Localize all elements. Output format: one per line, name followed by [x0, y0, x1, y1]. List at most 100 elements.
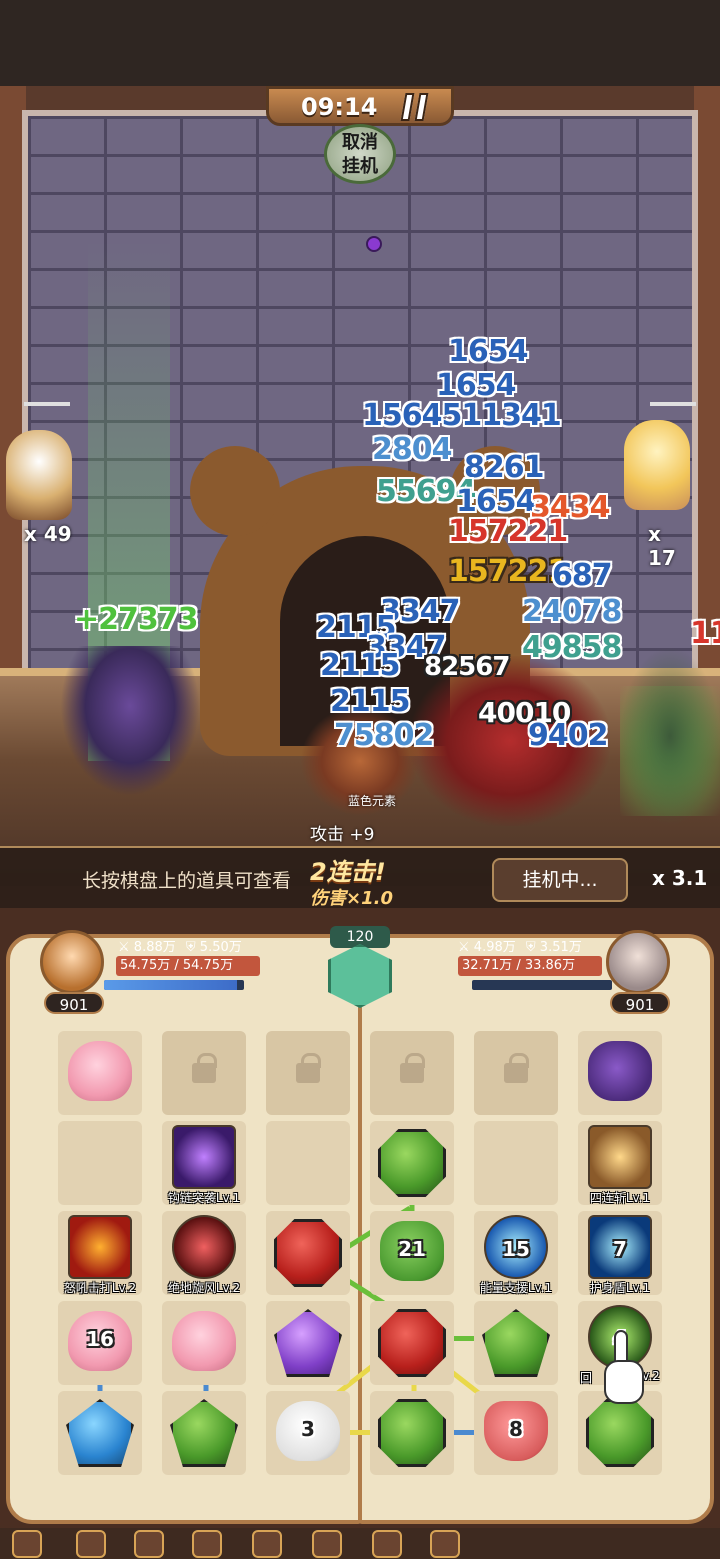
board-cell-locked[interactable] [474, 1031, 558, 1115]
sword-icon: ⚔ [118, 940, 130, 955]
ally-bear-pilot[interactable]: x 49 [2, 426, 74, 546]
lock-icon [504, 1053, 529, 1083]
board-cell-body-shield[interactable]: 7 护身盾Lv.1 [578, 1211, 662, 1295]
damage-number: 2804 [372, 432, 452, 467]
board-cell-red-gem[interactable] [370, 1301, 454, 1385]
nav-crystal-icon[interactable] [312, 1530, 342, 1558]
board-cell-green-gem[interactable] [370, 1121, 454, 1205]
witch-hero [60, 646, 200, 796]
skill-caption: 四连斩Lv.1 [589, 1191, 651, 1205]
cancel-idle-button[interactable]: 取消 挂机 [324, 124, 396, 184]
damage-number: 8261 [464, 450, 544, 485]
damage-number: 2115 [330, 684, 410, 719]
speed-multiplier[interactable]: x 3.1 [652, 866, 707, 890]
nav-orb-icon[interactable] [252, 1530, 282, 1558]
player-right-stats: ⚔ 4.98万 ⛨ 3.51万 [458, 936, 582, 955]
whirlwind-skill-icon [172, 1215, 236, 1279]
player-right-hp: 32.71万 / 33.86万 [458, 956, 602, 976]
board-cell-jar[interactable]: 8 [474, 1391, 558, 1475]
player-right-defense: 3.51万 [539, 940, 582, 955]
board-cell-locked[interactable] [162, 1031, 246, 1115]
pause-icon[interactable] [400, 93, 431, 121]
tip-text: 长按棋盘上的道具可查看 [82, 870, 292, 892]
cancel-idle-label-1: 取消 [342, 132, 378, 153]
bottom-nav [0, 1528, 720, 1559]
right-enemy [620, 646, 720, 826]
lock-icon [296, 1053, 321, 1083]
idle-status-button[interactable]: 挂机中... [492, 858, 628, 902]
board-cell-ghost[interactable]: 3 [266, 1391, 350, 1475]
damage-number: 24078 [522, 594, 622, 629]
board-cell-green-pent[interactable] [162, 1391, 246, 1475]
player-right-mp-bar [472, 980, 612, 990]
damage-number: 82567 [424, 652, 510, 682]
board-cell-pink-octopus[interactable] [162, 1301, 246, 1385]
top-band [0, 0, 720, 90]
damage-number: +27373 [74, 602, 199, 637]
board-cell-pink-octopus[interactable]: 16 [58, 1301, 142, 1385]
pink-octopus-icon [68, 1041, 132, 1101]
nav-scroll-icon[interactable] [192, 1530, 222, 1558]
board-cell-chain-assault[interactable]: 钩链突袭Lv.1 [162, 1121, 246, 1205]
damage-number: 11 [690, 616, 720, 651]
board-cell-grape[interactable] [578, 1031, 662, 1115]
board-cell-red-gem[interactable] [266, 1211, 350, 1295]
quad-slash-skill-icon [588, 1125, 652, 1189]
player-left-avatar[interactable] [40, 930, 104, 994]
red-hex-gem-icon [274, 1219, 342, 1287]
damage-number: 75802 [334, 718, 434, 753]
damage-number: 2115 [320, 648, 400, 683]
emblem-crest-icon [328, 944, 392, 1008]
element-label: 蓝色元素 [348, 794, 397, 808]
center-emblem[interactable]: 120 [320, 926, 400, 1008]
orb-projectile [366, 236, 382, 252]
blue-pentagon-gem-icon [66, 1399, 134, 1467]
board-cell-cactus[interactable]: 21 [370, 1211, 454, 1295]
board-cell-purple-gem[interactable] [266, 1301, 350, 1385]
player-right-avatar[interactable] [606, 930, 670, 994]
skill-caption: 回 [579, 1371, 592, 1385]
cancel-idle-label-2: 挂机 [342, 156, 378, 177]
board-cell-energy-support[interactable]: 15 能量支援Lv.1 [474, 1211, 558, 1295]
nav-gem-icon[interactable] [430, 1530, 460, 1558]
green-pentagon-gem-icon [170, 1399, 238, 1467]
ally-hp-bar-left [24, 402, 70, 406]
battle-arena: x 49 x 17 09:14 取消 挂机 1654 1654 1564511341… [0, 86, 720, 908]
board-cell-pink-octopus[interactable] [58, 1031, 142, 1115]
board-cell-quad-slash[interactable]: 四连斩Lv.1 [578, 1121, 662, 1205]
board-cell-locked[interactable] [370, 1031, 454, 1115]
player-right-panel: ⚔ 4.98万 ⛨ 3.51万 32.71万 / 33.86万 901 [448, 930, 678, 1018]
damage-number: 687 [552, 558, 613, 593]
combo-multiplier: 伤害×1.0 [310, 888, 393, 908]
nav-armor-icon[interactable] [76, 1530, 106, 1558]
board-cell-green-gem[interactable] [370, 1391, 454, 1475]
nav-card-icon[interactable] [372, 1530, 402, 1558]
damage-number: 157221 [448, 514, 568, 549]
grape-icon [588, 1041, 652, 1101]
nav-helmet-icon[interactable] [134, 1530, 164, 1558]
board-cell-empty[interactable] [474, 1121, 558, 1205]
board-cell-ground-whirlwind[interactable]: 绝地旋风Lv.2 [162, 1211, 246, 1295]
green-pentagon-gem-icon [482, 1309, 550, 1377]
combo-text: 2连击! [310, 858, 386, 886]
player-left-stats: ⚔ 8.88万 ⛨ 5.50万 [118, 936, 242, 955]
board-cell-blue-gem[interactable] [58, 1391, 142, 1475]
board-cell-green-pent[interactable] [474, 1301, 558, 1385]
ally-fairy[interactable]: x 17 [620, 416, 692, 570]
nav-book-icon[interactable] [12, 1530, 42, 1558]
damage-number: 49858 [522, 630, 622, 665]
player-left-mp-bar [104, 980, 244, 990]
battle-status-bar: 长按棋盘上的道具可查看 2连击! 伤害×1.0 挂机中... x 3.1 [0, 846, 720, 908]
board-cell-locked[interactable] [266, 1031, 350, 1115]
cell-count: 16 [86, 1327, 114, 1351]
fairy-sprite [624, 420, 690, 510]
player-left-panel: 901 ⚔ 8.88万 ⛨ 5.50万 54.75万 / 54.75万 [40, 930, 270, 1018]
damage-number: 9402 [528, 718, 608, 753]
cell-count: 3 [301, 1417, 315, 1441]
board-cell-roar-strike[interactable]: 怒吼击打Lv.2 [58, 1211, 142, 1295]
board-cell-empty[interactable] [58, 1121, 142, 1205]
damage-number: 1564511341 [362, 398, 562, 433]
cell-count: 7 [613, 1237, 627, 1261]
board-cell-empty[interactable] [266, 1121, 350, 1205]
timer-plate: 09:14 [266, 86, 454, 126]
